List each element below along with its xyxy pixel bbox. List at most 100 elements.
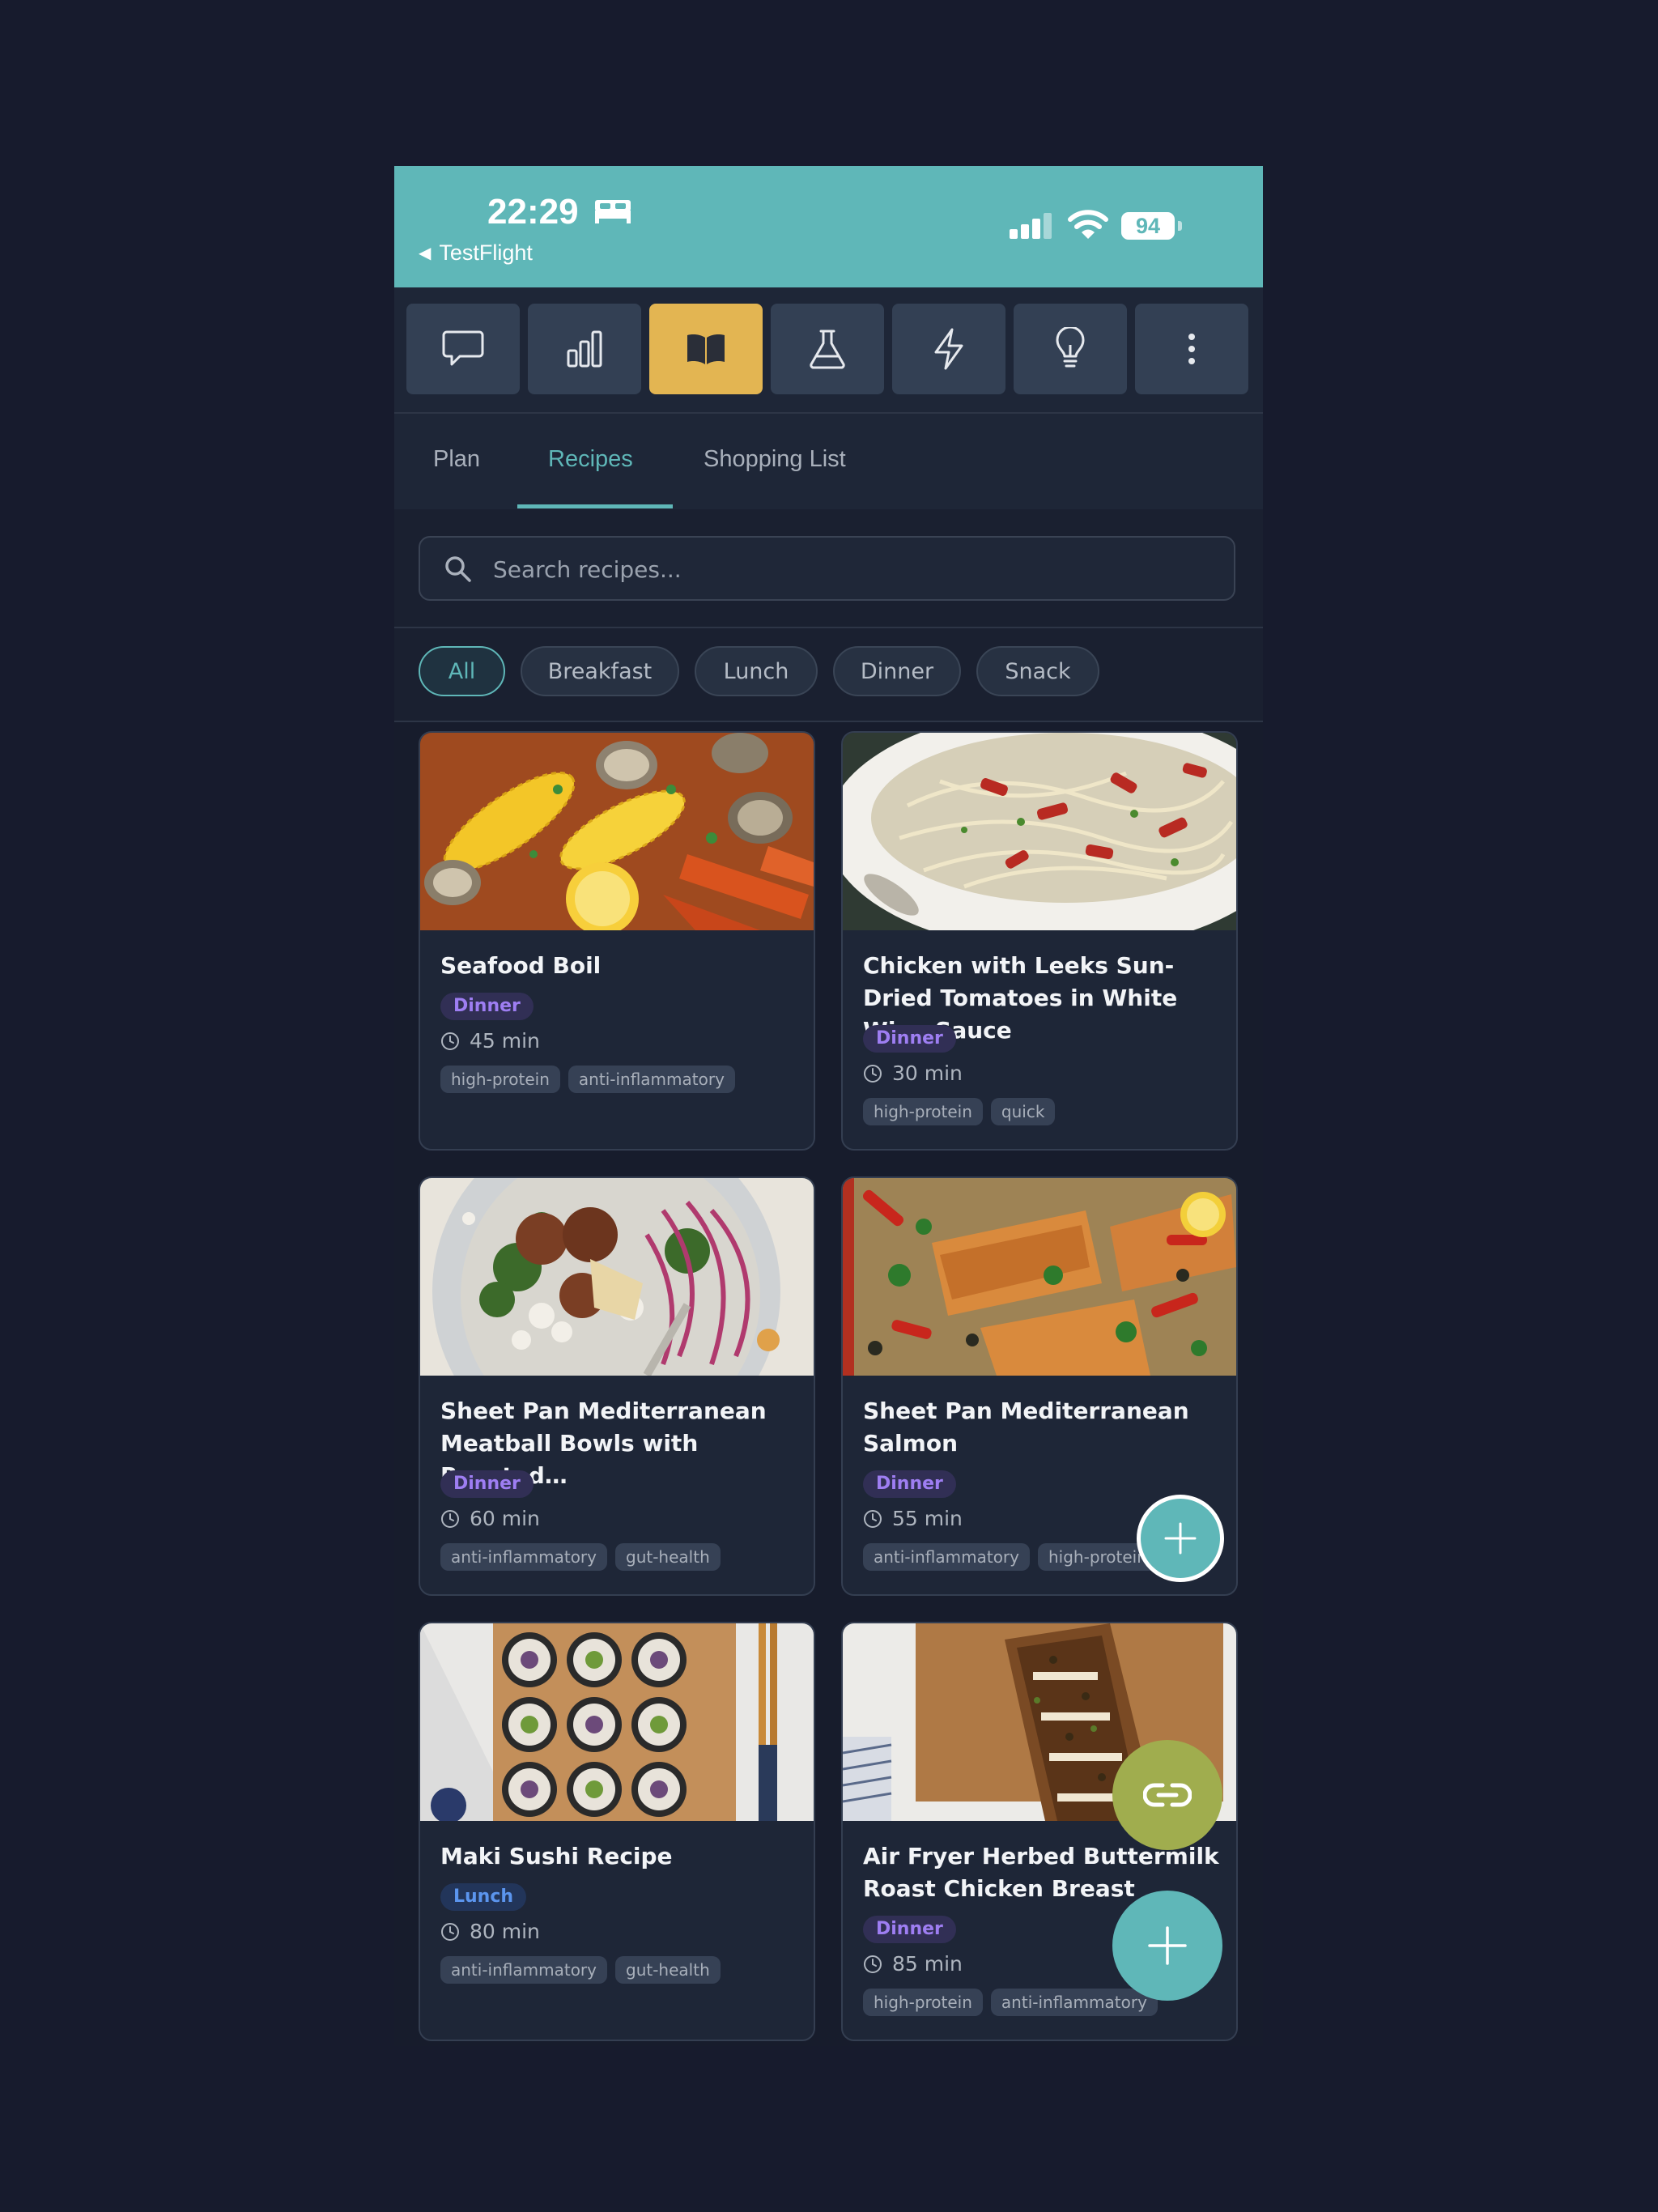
recipe-image xyxy=(420,1178,814,1376)
status-bar: 22:29 ◀ TestFlight 94 xyxy=(394,166,1263,287)
diet-tag: anti-inflammatory xyxy=(568,1066,735,1093)
chip-snack[interactable]: Snack xyxy=(976,646,1099,696)
tab-shopping-list[interactable]: Shopping List xyxy=(704,446,846,473)
quick-actions-button[interactable] xyxy=(892,304,1005,394)
meal-badge: Dinner xyxy=(863,1916,956,1943)
diet-tag: anti-inflammatory xyxy=(990,1989,1158,2016)
meal-badge: Dinner xyxy=(440,1470,534,1498)
chip-all[interactable]: All xyxy=(419,646,505,696)
recipe-image xyxy=(843,1178,1236,1376)
feature-toolbar xyxy=(394,287,1263,414)
battery-icon: 94 xyxy=(1121,212,1175,240)
diet-tag: gut-health xyxy=(615,1956,721,1984)
meal-filter-chips: All Breakfast Lunch Dinner Snack xyxy=(394,628,1263,722)
more-button[interactable] xyxy=(1135,304,1248,394)
recipes-button[interactable] xyxy=(649,304,763,394)
diet-tag: anti-inflammatory xyxy=(863,1543,1030,1571)
recipe-card[interactable]: Seafood Boil Dinner 45 min high-protein … xyxy=(419,731,815,1151)
prep-time: 55 min xyxy=(863,1507,963,1530)
app-screen: 22:29 ◀ TestFlight 94 Plan Recipes Shopp… xyxy=(394,166,1263,2046)
lab-button[interactable] xyxy=(771,304,884,394)
prep-time-label: 45 min xyxy=(470,1029,540,1053)
clock-icon xyxy=(864,1509,882,1528)
prep-time: 80 min xyxy=(440,1920,540,1943)
diet-tag: quick xyxy=(990,1098,1056,1125)
back-triangle-icon: ◀ xyxy=(419,245,432,262)
diet-tags: high-protein anti-inflammatory xyxy=(863,1989,1158,2016)
search-box[interactable] xyxy=(419,536,1235,601)
flask-icon xyxy=(810,330,845,369)
diet-tags: anti-inflammatory gut-health xyxy=(440,1956,721,1984)
lightning-icon xyxy=(934,328,963,370)
diet-tags: anti-inflammatory gut-health xyxy=(440,1543,721,1571)
stats-button[interactable] xyxy=(528,304,641,394)
search-icon xyxy=(445,556,471,582)
bar-chart-icon xyxy=(567,330,602,368)
open-book-icon xyxy=(687,334,725,364)
recipe-title: Maki Sushi Recipe xyxy=(440,1843,673,1870)
meal-badge: Dinner xyxy=(863,1025,956,1053)
back-app-label: TestFlight xyxy=(439,240,533,265)
prep-time-label: 80 min xyxy=(470,1920,540,1943)
prep-time: 45 min xyxy=(440,1029,540,1053)
recipe-card[interactable]: Sheet Pan Mediterranean Meatball Bowls w… xyxy=(419,1176,815,1596)
prep-time-label: 85 min xyxy=(892,1952,963,1976)
clock-icon xyxy=(441,1032,459,1050)
recipe-title: Seafood Boil xyxy=(440,952,602,979)
prep-time-label: 55 min xyxy=(892,1507,963,1530)
plus-icon xyxy=(1164,1522,1197,1555)
plus-icon xyxy=(1148,1926,1187,1965)
chip-lunch[interactable]: Lunch xyxy=(695,646,818,696)
diet-tags: high-protein anti-inflammatory xyxy=(440,1066,735,1093)
more-vertical-icon xyxy=(1188,334,1195,364)
prep-time: 30 min xyxy=(863,1061,963,1085)
diet-tag: anti-inflammatory xyxy=(440,1956,607,1984)
diet-tags: high-protein quick xyxy=(863,1098,1056,1125)
status-time: 22:29 xyxy=(487,192,579,232)
clock-icon xyxy=(441,1509,459,1528)
section-tabs: Plan Recipes Shopping List xyxy=(394,414,1263,511)
recipe-image xyxy=(420,733,814,930)
prep-time: 85 min xyxy=(863,1952,963,1976)
chip-breakfast[interactable]: Breakfast xyxy=(521,646,679,696)
recipe-image xyxy=(843,733,1236,930)
diet-tag: anti-inflammatory xyxy=(440,1543,607,1571)
ideas-button[interactable] xyxy=(1014,304,1127,394)
search-input[interactable] xyxy=(491,538,1207,601)
back-to-testflight[interactable]: ◀ TestFlight xyxy=(419,240,533,266)
recipe-card[interactable]: Maki Sushi Recipe Lunch 80 min anti-infl… xyxy=(419,1622,815,2041)
diet-tag: high-protein xyxy=(863,1098,983,1125)
search-section xyxy=(394,509,1263,628)
diet-tag: high-protein xyxy=(440,1066,560,1093)
recipe-card[interactable]: Chicken with Leeks Sun-Dried Tomatoes in… xyxy=(841,731,1238,1151)
add-recipe-button[interactable] xyxy=(1112,1891,1222,2001)
wifi-icon xyxy=(1068,210,1108,239)
prep-time-label: 30 min xyxy=(892,1061,963,1085)
prep-time: 60 min xyxy=(440,1507,540,1530)
active-tab-indicator xyxy=(517,504,673,508)
chat-button[interactable] xyxy=(406,304,520,394)
clock-icon xyxy=(441,1922,459,1941)
diet-tag: high-protein xyxy=(863,1989,983,2016)
recipe-image xyxy=(420,1623,814,1821)
clock-icon xyxy=(864,1955,882,1973)
add-recipe-small-button[interactable] xyxy=(1137,1495,1224,1582)
tab-plan[interactable]: Plan xyxy=(433,446,480,473)
diet-tags: anti-inflammatory high-protein xyxy=(863,1543,1158,1571)
diet-tag: gut-health xyxy=(615,1543,721,1571)
chip-dinner[interactable]: Dinner xyxy=(833,646,961,696)
meal-badge: Dinner xyxy=(440,993,534,1020)
clock-icon xyxy=(864,1064,882,1083)
chat-bubble-icon xyxy=(442,330,484,366)
meal-badge: Dinner xyxy=(863,1470,956,1498)
tab-recipes[interactable]: Recipes xyxy=(548,446,633,473)
recipe-title: Sheet Pan Mediterranean Salmon xyxy=(863,1397,1189,1457)
meal-badge: Lunch xyxy=(440,1883,527,1911)
bed-icon xyxy=(595,200,631,223)
battery-nub xyxy=(1178,221,1182,231)
lightbulb-icon xyxy=(1056,327,1085,368)
signal-icon xyxy=(1010,213,1052,239)
prep-time-label: 60 min xyxy=(470,1507,540,1530)
import-link-button[interactable] xyxy=(1112,1740,1222,1850)
link-icon xyxy=(1143,1783,1192,1807)
